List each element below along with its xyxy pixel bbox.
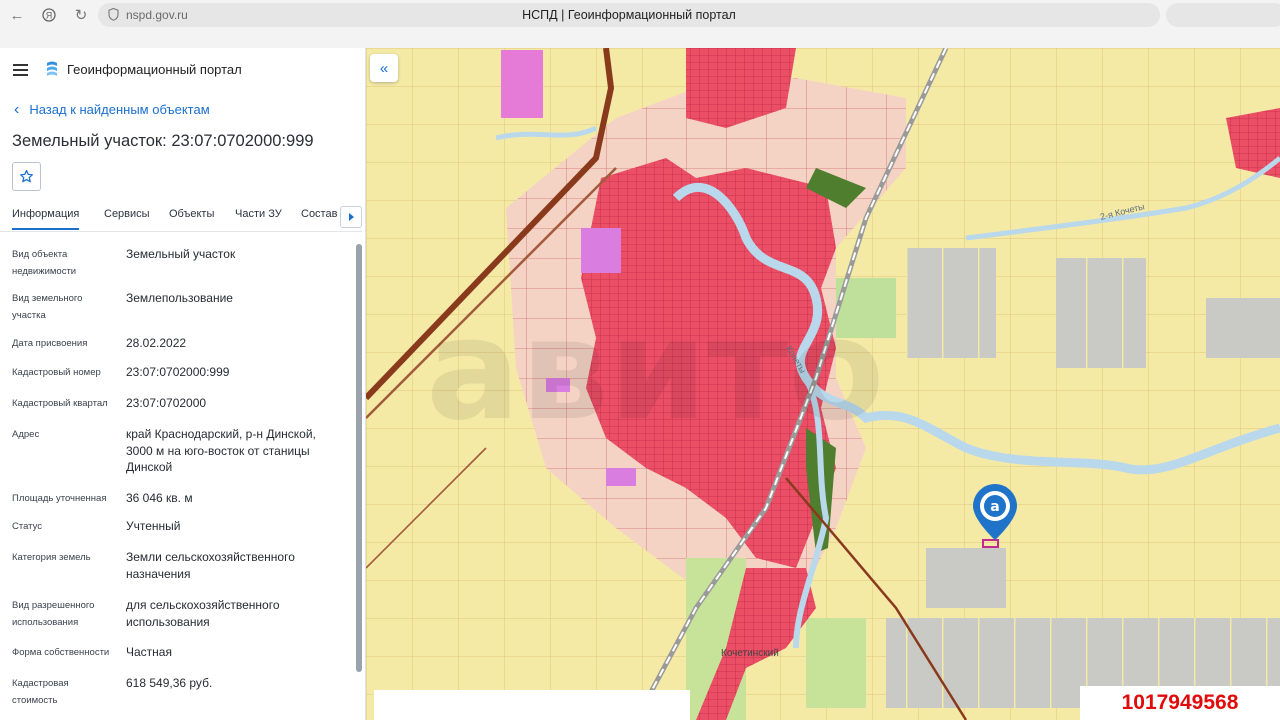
- field-label: Вид разрешенного использования: [12, 600, 95, 628]
- chevron-left-icon: ‹: [14, 100, 20, 118]
- tab-objects[interactable]: Объекты: [169, 208, 214, 220]
- scrollbar-thumb[interactable]: [356, 244, 362, 672]
- back-link-label: Назад к найденным объектам: [29, 102, 210, 117]
- list-item: Форма собственности Частная: [0, 644, 352, 662]
- svg-text:a: a: [990, 499, 999, 515]
- browser-toolbar: ← Я ↻ nspd.gov.ru НСПД | Геоинформационн…: [0, 0, 1280, 48]
- field-value: край Краснодарский, р-н Динской, 3000 м …: [126, 427, 316, 474]
- field-value: 23:07:0702000: [126, 396, 207, 410]
- field-value: 28.02.2022: [126, 336, 187, 350]
- address-bar[interactable]: nspd.gov.ru НСПД | Геоинформационный пор…: [98, 3, 1160, 27]
- settlement-label: Кочетинский: [721, 648, 779, 659]
- list-item: Кадастровая стоимость 618 549,36 руб.: [0, 675, 352, 709]
- field-value: Частная: [126, 645, 172, 659]
- back-to-results-link[interactable]: ‹ Назад к найденным объектам: [14, 100, 210, 118]
- star-icon: [20, 169, 33, 183]
- favorite-button[interactable]: [12, 162, 41, 191]
- field-label: Кадастровый номер: [12, 367, 101, 378]
- list-item: Кадастровый номер 23:07:0702000:999: [0, 364, 352, 382]
- field-value: 618 549,36 руб.: [126, 676, 213, 690]
- list-item: Вид земельного участка Землепользование: [0, 290, 352, 324]
- field-value: Учтенный: [126, 519, 181, 533]
- field-value: для сельскохозяйственного использования: [126, 598, 280, 629]
- panel-scrollbar[interactable]: [356, 244, 362, 672]
- list-item: Кадастровый квартал 23:07:0702000: [0, 395, 352, 413]
- caret-right-icon: [349, 213, 354, 221]
- menu-icon[interactable]: [13, 64, 28, 76]
- listing-id: 1017949568: [1080, 686, 1280, 720]
- tab-services[interactable]: Сервисы: [104, 208, 150, 220]
- svg-text:авито: авито: [426, 289, 885, 452]
- field-value: Земли сельскохозяйственного назначения: [126, 550, 295, 581]
- list-item: Категория земель Земли сельскохозяйствен…: [0, 549, 352, 583]
- list-item: Вид объекта недвижимости Земельный участ…: [0, 246, 352, 280]
- tabs-next-button[interactable]: [340, 206, 362, 228]
- tab-title: НСПД | Геоинформационный портал: [522, 8, 736, 22]
- collapse-panel-button[interactable]: «: [370, 54, 398, 82]
- field-label: Вид земельного участка: [12, 293, 83, 321]
- field-value: 36 046 кв. м: [126, 491, 193, 505]
- map-canvas[interactable]: авито 2-я Кочеты Кочеты Кочетинский a: [366, 48, 1280, 720]
- list-item: Статус Учтенный: [0, 518, 352, 536]
- map-bottom-card: [374, 690, 690, 720]
- field-label: Форма собственности: [12, 647, 110, 658]
- double-chevron-left-icon: «: [379, 59, 389, 77]
- reload-icon[interactable]: ↻: [70, 6, 92, 24]
- field-label: Категория земель: [12, 552, 91, 563]
- tab-composition[interactable]: Состав: [301, 208, 337, 220]
- back-arrow-icon[interactable]: ←: [6, 6, 28, 24]
- cadastral-map[interactable]: авито 2-я Кочеты Кочеты Кочетинский a: [366, 48, 1280, 720]
- field-label: Кадастровая стоимость: [12, 678, 69, 706]
- portal-logo-icon: [47, 61, 57, 76]
- list-item: Вид разрешенного использования для сельс…: [0, 597, 352, 631]
- field-label: Кадастровый квартал: [12, 398, 108, 409]
- info-panel: Геоинформационный портал ‹ Назад к найде…: [0, 48, 366, 720]
- field-value: 23:07:0702000:999: [126, 365, 230, 379]
- tab-information[interactable]: Информация: [12, 208, 80, 230]
- field-value: Землепользование: [126, 291, 233, 305]
- yandex-icon[interactable]: Я: [38, 6, 60, 24]
- tab-parts[interactable]: Части ЗУ: [235, 208, 282, 220]
- field-label: Адрес: [12, 429, 40, 440]
- tab-bar: Информация Сервисы Объекты Части ЗУ Сост…: [0, 198, 362, 232]
- page-title: Земельный участок: 23:07:0702000:999: [12, 132, 314, 150]
- svg-text:Я: Я: [46, 11, 53, 21]
- field-label: Вид объекта недвижимости: [12, 249, 77, 277]
- field-value: Земельный участок: [126, 247, 236, 261]
- browser-extra[interactable]: [1166, 3, 1280, 27]
- field-label: Площадь уточненная: [12, 493, 107, 504]
- list-item: Площадь уточненная 36 046 кв. м: [0, 490, 352, 508]
- field-label: Дата присвоения: [12, 338, 88, 349]
- list-item: Адрес край Краснодарский, р-н Динской, 3…: [0, 426, 352, 478]
- portal-name: Геоинформационный портал: [67, 62, 242, 77]
- field-label: Статус: [12, 521, 43, 532]
- list-item: Дата присвоения 28.02.2022: [0, 335, 352, 353]
